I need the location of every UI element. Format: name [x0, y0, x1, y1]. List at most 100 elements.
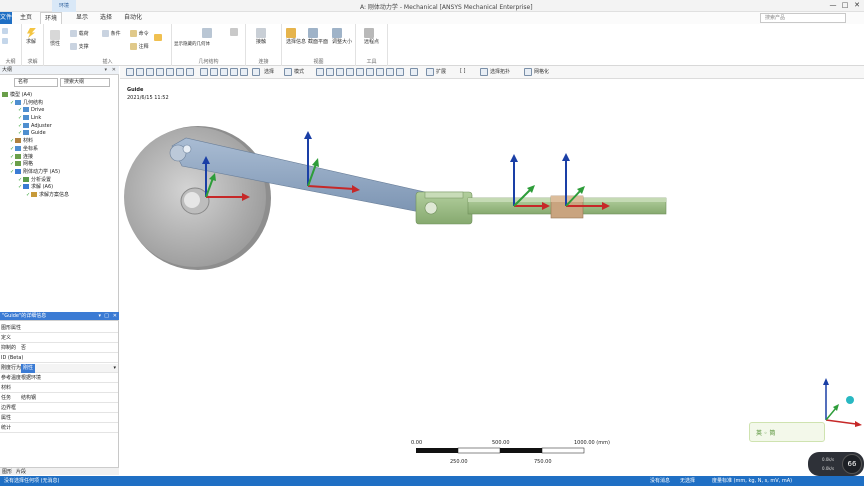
contact-button[interactable]: 接触: [256, 28, 266, 45]
details-value[interactable]: 根据环境: [21, 374, 41, 383]
next-view-icon[interactable]: [210, 68, 218, 76]
cursor-icon[interactable]: [230, 68, 238, 76]
mesh-dropdown[interactable]: 网格化: [534, 68, 549, 75]
adjuster-part[interactable]: [415, 191, 473, 225]
details-row[interactable]: 抑制的否: [0, 344, 118, 353]
view-orientation-triad[interactable]: [823, 378, 862, 427]
commands-button[interactable]: 命令: [130, 30, 149, 37]
topology-icon[interactable]: [480, 68, 488, 76]
details-row[interactable]: 任务 结构钢: [0, 394, 118, 403]
tree-item[interactable]: ✓ Drive: [0, 107, 118, 115]
body-select-icon[interactable]: [346, 68, 354, 76]
tab-automation[interactable]: 自动化: [120, 12, 146, 24]
face-select-icon[interactable]: [252, 68, 260, 76]
expand-icon[interactable]: [426, 68, 434, 76]
details-row[interactable]: 属性: [0, 414, 118, 423]
expand-dropdown[interactable]: 扩展: [436, 68, 446, 75]
clear-select-icon[interactable]: [396, 68, 404, 76]
tree-item[interactable]: ✓ 连接: [0, 153, 118, 162]
tree-item[interactable]: 模型 (A4): [0, 92, 118, 100]
minimize-pane-icon[interactable]: □: [104, 312, 109, 321]
minimize-button[interactable]: —: [828, 1, 838, 10]
mesh-icon[interactable]: [524, 68, 532, 76]
mode-icon[interactable]: [284, 68, 292, 76]
details-row[interactable]: 参考温度 根据环境: [0, 374, 118, 383]
outline-search-input[interactable]: 搜索大纲: [60, 78, 110, 87]
remote-point-button[interactable]: 远程点: [364, 28, 379, 45]
details-row[interactable]: 边界框: [0, 404, 118, 413]
resize-button[interactable]: 调整大小: [332, 28, 352, 45]
pin-icon[interactable]: ▾: [104, 66, 107, 75]
zoom-fit-icon[interactable]: [126, 68, 134, 76]
hidden-bodies-button[interactable]: [202, 28, 212, 38]
details-value[interactable]: 刚性: [21, 364, 36, 373]
ime-widget[interactable]: 英 ◦ 简: [749, 422, 825, 442]
zoom-in-icon[interactable]: [136, 68, 144, 76]
tab-environment[interactable]: 环境: [40, 12, 63, 24]
status-units[interactable]: 度量标准 (mm, kg, N, s, mV, mA): [712, 477, 792, 484]
details-row[interactable]: 统计: [0, 424, 118, 433]
details-row[interactable]: 材料: [0, 384, 118, 393]
vertex-select-icon[interactable]: [316, 68, 324, 76]
iso-view-icon[interactable]: [220, 68, 228, 76]
inertial-button[interactable]: 惯性: [50, 30, 60, 47]
tab-selection[interactable]: 选择: [96, 12, 116, 24]
tree-item[interactable]: ✓ 网格: [0, 161, 118, 169]
bracket-icon[interactable]: [ ]: [460, 68, 466, 74]
element-body-icon[interactable]: [386, 68, 394, 76]
tree-item[interactable]: ✓ 分析设置: [0, 176, 118, 185]
status-messages[interactable]: 没有消息: [650, 477, 670, 484]
arrow-icon[interactable]: [240, 68, 248, 76]
tree-item[interactable]: ✓ 刚体动力学 (A5): [0, 168, 118, 177]
details-value[interactable]: 结构钢: [21, 394, 36, 403]
details-row[interactable]: 刚度行为 刚性 ▾: [0, 364, 118, 373]
selection-info-button[interactable]: 选择信息: [286, 28, 306, 45]
edge-select-icon[interactable]: [326, 68, 334, 76]
previous-view-icon[interactable]: [200, 68, 208, 76]
tree-item[interactable]: ✓ 求解方案信息: [0, 191, 118, 200]
loads-button[interactable]: 载荷: [70, 30, 89, 37]
rotate-icon[interactable]: [176, 68, 184, 76]
magnifier-icon[interactable]: [166, 68, 174, 76]
tab-display[interactable]: 显示: [72, 12, 92, 24]
solve-button[interactable]: 求解: [26, 28, 36, 45]
node-select-icon[interactable]: [356, 68, 364, 76]
outline-filter-dropdown[interactable]: 名称: [14, 78, 58, 87]
search-input[interactable]: 搜索产品: [760, 13, 846, 23]
zoom-out-icon[interactable]: [146, 68, 154, 76]
folder-button[interactable]: [154, 34, 162, 41]
tab-home[interactable]: 主页: [16, 12, 36, 24]
element-face-icon[interactable]: [366, 68, 374, 76]
details-row[interactable]: 图形属性: [0, 324, 118, 333]
chevron-down-icon[interactable]: ▾: [113, 364, 116, 373]
pan-icon[interactable]: [186, 68, 194, 76]
tree-item[interactable]: ✓ 求解 (A6): [0, 184, 118, 192]
tab-fragments[interactable]: 片段: [16, 468, 26, 476]
copy-button[interactable]: [2, 28, 8, 35]
conditions-button[interactable]: 条件: [102, 30, 121, 37]
details-value[interactable]: 否: [21, 344, 26, 353]
pin-icon[interactable]: ▾: [98, 312, 101, 321]
cut-button[interactable]: [2, 38, 8, 45]
section-plane-button[interactable]: 截面平面: [308, 28, 328, 45]
select-all-icon[interactable]: [410, 68, 418, 76]
topology-dropdown[interactable]: 选择拓扑: [490, 68, 510, 75]
mode-dropdown[interactable]: 模式: [294, 68, 304, 75]
tree-item[interactable]: ✓ Guide: [0, 130, 118, 138]
file-tab[interactable]: 文件: [0, 12, 12, 24]
close-button[interactable]: ✕: [852, 1, 862, 10]
tree-item[interactable]: ✓ 坐标系: [0, 145, 118, 154]
face-filter-icon[interactable]: [336, 68, 344, 76]
supports-button[interactable]: 支撑: [70, 43, 89, 50]
details-row[interactable]: ID (Beta): [0, 354, 118, 363]
element-select-icon[interactable]: [376, 68, 384, 76]
graphics-viewport[interactable]: Guide 2021/6/15 11:52 0.00 500.00 1000.0…: [120, 80, 864, 476]
tree-item[interactable]: ✓ Link: [0, 115, 118, 123]
tab-graphics[interactable]: 图形: [2, 468, 12, 476]
tree-item[interactable]: ✓ 几何结构: [0, 99, 118, 108]
tree-item[interactable]: ✓ Adjuster: [0, 122, 118, 131]
maximize-button[interactable]: □: [840, 1, 850, 10]
model-canvas[interactable]: [120, 80, 864, 476]
box-zoom-icon[interactable]: [156, 68, 164, 76]
close-pane-icon[interactable]: ✕: [113, 312, 117, 321]
